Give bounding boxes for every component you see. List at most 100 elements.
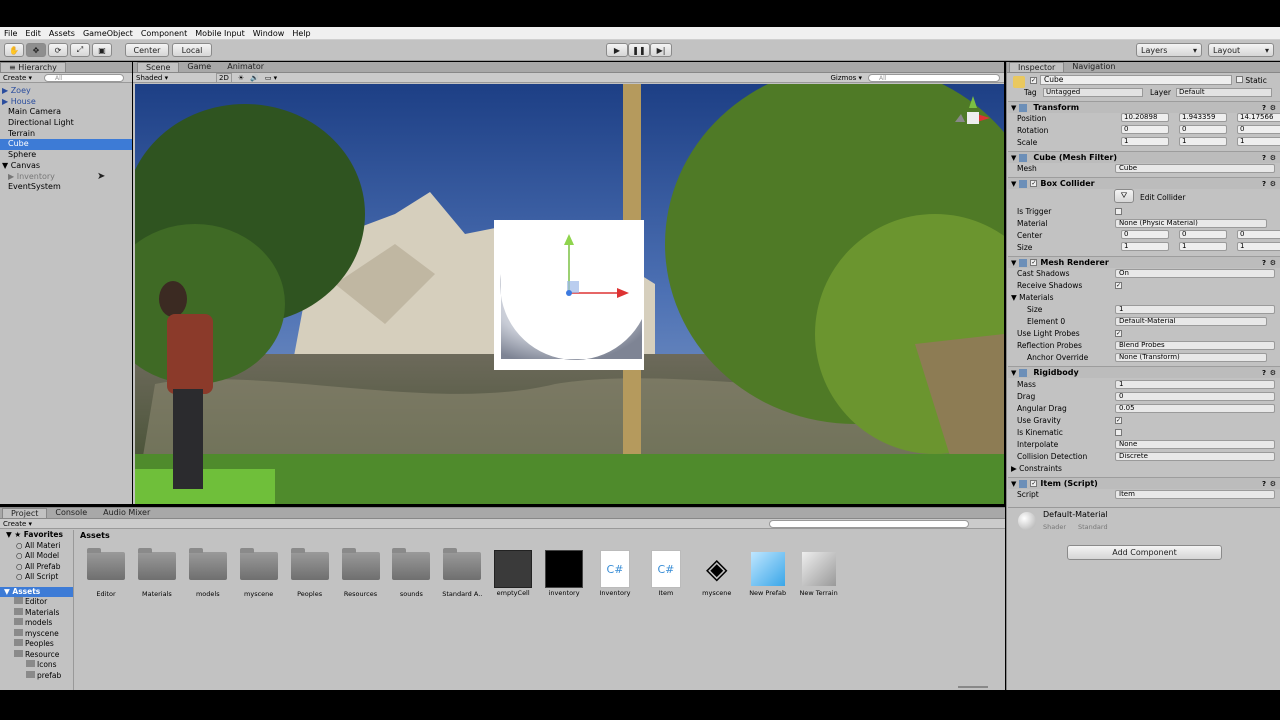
scale-z-field[interactable]: 1 (1230, 137, 1280, 146)
help-icon[interactable]: ? (1262, 154, 1266, 162)
asset-standard-a-[interactable]: Standard A.. (438, 548, 486, 598)
gizmos-dropdown[interactable]: Gizmos ▾ (830, 74, 862, 82)
collision-detection-field[interactable]: Discrete (1115, 451, 1275, 461)
hierarchy-item-main-camera[interactable]: Main Camera (0, 107, 132, 118)
position-x-field[interactable]: 10.20898 (1114, 113, 1169, 122)
menu-item-gameobject[interactable]: GameObject (79, 29, 137, 38)
tree-folder-models[interactable]: models (0, 618, 73, 629)
scale-x-field[interactable]: 1 (1114, 137, 1169, 146)
gear-icon[interactable]: ⚙ (1270, 369, 1276, 377)
tree-folder-icons[interactable]: Icons (0, 660, 73, 671)
position-y-field[interactable]: 1.943359 (1172, 113, 1227, 122)
asset-materials[interactable]: Materials (133, 548, 181, 598)
layers-dropdown[interactable]: Layers ▾ (1136, 43, 1202, 57)
tab-scene[interactable]: Scene (137, 62, 180, 72)
cast-shadows-field[interactable]: On (1115, 268, 1275, 278)
help-icon[interactable]: ? (1262, 180, 1266, 188)
scale-y-field[interactable]: 1 (1172, 137, 1227, 146)
expand-arrow-icon[interactable]: ▼ (2, 161, 11, 170)
hierarchy-item-inventory[interactable]: ▶ Inventory (0, 172, 132, 183)
menu-item-component[interactable]: Component (137, 29, 191, 38)
menu-item-mobile-input[interactable]: Mobile Input (191, 29, 249, 38)
rotation-x-field[interactable]: 0 (1114, 125, 1169, 134)
rotation-x-value[interactable]: 0 (1121, 125, 1169, 134)
asset-item[interactable]: C# Item (642, 550, 690, 597)
tab-game[interactable]: Game (179, 62, 219, 72)
size-z-value[interactable]: 1 (1237, 242, 1280, 251)
asset-peoples[interactable]: Peoples (286, 548, 334, 598)
asset-emptycell[interactable]: emptyCell (489, 550, 537, 597)
asset-inventory[interactable]: inventory (540, 550, 588, 597)
receive-shadows-checkbox[interactable]: ✓ (1115, 281, 1122, 289)
zoom-slider[interactable] (958, 686, 988, 688)
foldout-arrow-icon[interactable]: ▼ (1011, 154, 1016, 162)
step-icon[interactable]: ▶| (650, 43, 672, 57)
asset-resources[interactable]: Resources (337, 548, 385, 598)
component-enabled-checkbox[interactable]: ✓ (1030, 480, 1038, 487)
is-trigger-checkbox[interactable] (1115, 207, 1122, 215)
pivot-center-button[interactable]: Center (125, 43, 169, 57)
tab-console[interactable]: Console (47, 508, 95, 518)
layer-dropdown[interactable]: Default (1176, 88, 1272, 97)
hierarchy-item-sphere[interactable]: Sphere (0, 150, 132, 161)
position-x-value[interactable]: 10.20898 (1121, 113, 1169, 122)
use-gravity-checkbox[interactable]: ✓ (1115, 416, 1122, 424)
menu-item-file[interactable]: File (0, 29, 21, 38)
hierarchy-create-button[interactable]: Create ▾ (3, 74, 32, 82)
expand-arrow-icon[interactable]: ▶ (8, 172, 17, 181)
assets-breadcrumb[interactable]: Assets (80, 531, 110, 540)
hierarchy-item-house[interactable]: ▶ House (0, 97, 132, 108)
favorites-header[interactable]: ▼ ★ Favorites (0, 530, 73, 541)
position-z-value[interactable]: 14.17566 (1237, 113, 1280, 122)
gear-icon[interactable]: ⚙ (1270, 259, 1276, 267)
drag-field[interactable]: 0 (1115, 391, 1275, 401)
rect-tool-icon[interactable]: ▣ (92, 43, 112, 57)
tab-project[interactable]: Project (2, 508, 48, 518)
rotation-z-value[interactable]: 0 (1237, 125, 1280, 134)
gear-icon[interactable]: ⚙ (1270, 480, 1276, 488)
rotation-z-field[interactable]: 0 (1230, 125, 1280, 134)
center-x-field[interactable]: 0 (1114, 230, 1169, 239)
help-icon[interactable]: ? (1262, 369, 1266, 377)
rigidbody-header[interactable]: ▼ Rigidbody ? ⚙ (1008, 366, 1280, 378)
tree-folder-myscene[interactable]: myscene (0, 628, 73, 640)
object-active-checkbox[interactable]: ✓ (1030, 77, 1037, 84)
mass-field[interactable]: 1 (1115, 379, 1275, 389)
size-z-field[interactable]: 1 (1230, 242, 1280, 251)
edit-collider-icon[interactable]: ⛛ (1114, 189, 1134, 203)
foldout-arrow-icon[interactable]: ▼ (1011, 259, 1016, 267)
gear-icon[interactable]: ⚙ (1270, 104, 1276, 112)
favorite-item[interactable]: ○ All Materi (0, 541, 73, 552)
tree-folder-peoples[interactable]: Peoples (0, 639, 73, 650)
project-search-input[interactable] (769, 519, 969, 528)
scene-search-input[interactable]: All (868, 73, 1000, 82)
tab-hierarchy[interactable]: ≡ Hierarchy (0, 62, 66, 72)
menu-item-assets[interactable]: Assets (45, 29, 79, 38)
size-y-value[interactable]: 1 (1179, 242, 1227, 251)
gizmo-center[interactable] (566, 290, 572, 296)
rotate-tool-icon[interactable]: ⟳ (48, 43, 68, 57)
center-x-value[interactable]: 0 (1121, 230, 1169, 239)
move-tool-icon[interactable]: ✥ (26, 43, 46, 57)
anchor-override-field[interactable]: None (Transform) (1115, 352, 1267, 362)
play-icon[interactable]: ▶ (606, 43, 628, 57)
script-field[interactable]: Item (1115, 489, 1275, 499)
asset-editor[interactable]: Editor (82, 548, 130, 598)
add-component-button[interactable]: Add Component (1067, 545, 1222, 560)
center-z-field[interactable]: 0 (1230, 230, 1280, 239)
scale-y-value[interactable]: 1 (1179, 137, 1227, 146)
asset-myscene[interactable]: myscene (235, 548, 283, 598)
position-z-field[interactable]: 14.17566 (1230, 113, 1280, 122)
gear-icon[interactable]: ⚙ (1270, 154, 1276, 162)
pivot-local-button[interactable]: Local (172, 43, 212, 57)
tree-folder-prefab[interactable]: prefab (0, 670, 73, 682)
foldout-arrow-icon[interactable]: ▼ (1011, 180, 1016, 188)
scene-viewport[interactable] (135, 84, 1004, 504)
asset-sounds[interactable]: sounds (387, 548, 435, 598)
tag-dropdown[interactable]: Untagged (1043, 88, 1143, 97)
expand-arrow-icon[interactable]: ▶ (2, 86, 11, 95)
foldout-arrow-icon[interactable]: ▼ (1011, 480, 1016, 488)
mode-2d-toggle[interactable]: 2D (216, 72, 232, 83)
scale-tool-icon[interactable]: ⤢ (70, 43, 90, 57)
foldout-arrow-icon[interactable]: ▼ (1011, 369, 1016, 377)
